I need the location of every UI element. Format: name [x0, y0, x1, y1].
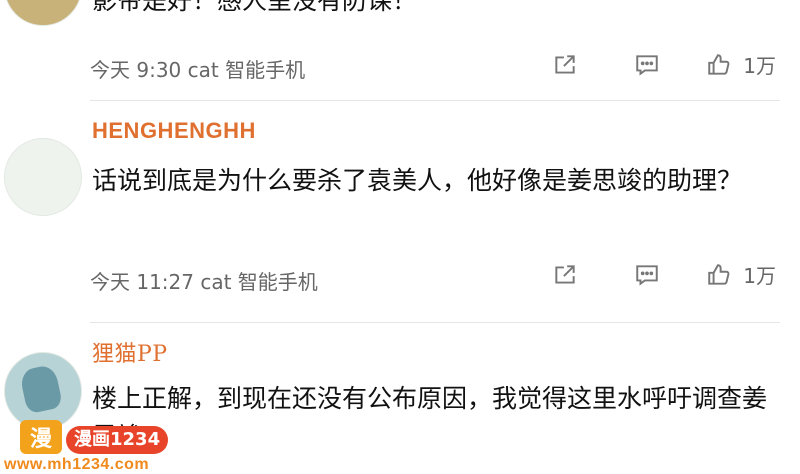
comment-time: 今天 9:30: [90, 58, 182, 82]
watermark-title: 漫画1234: [66, 426, 169, 454]
watermark-logo: 漫: [20, 420, 62, 454]
comment-time: 今天 11:27: [90, 270, 194, 294]
comment-icon[interactable]: [633, 261, 661, 289]
comment-device: cat 智能手机: [200, 270, 318, 294]
comment-actions: 1万: [551, 50, 776, 79]
comment-meta: 今天 11:27 cat 智能手机: [90, 266, 318, 295]
avatar[interactable]: [4, 138, 82, 216]
watermark-url: www.mh1234.com: [4, 456, 150, 473]
comment-icon[interactable]: [633, 51, 661, 79]
comment-text: 话说到底是为什么要杀了袁美人，他好像是姜思竣的助理？: [92, 166, 743, 195]
thumbs-up-icon[interactable]: [705, 261, 733, 289]
avatar[interactable]: [4, 0, 82, 26]
like-count: 1万: [743, 54, 776, 78]
thumbs-up-icon[interactable]: [705, 51, 733, 79]
share-icon[interactable]: [551, 261, 579, 289]
watermark: 漫 漫画1234 www.mh1234.com: [0, 416, 200, 474]
comment-actions: 1万: [551, 260, 776, 289]
share-icon[interactable]: [551, 51, 579, 79]
comment-username[interactable]: HENGHENGHH: [92, 118, 256, 144]
comment-meta: 今天 9:30 cat 智能手机: [90, 54, 305, 83]
comment-device: cat 智能手机: [187, 58, 306, 82]
comment-text: 影帝是好！感人呈没有防课！: [92, 0, 418, 15]
divider: [90, 100, 780, 101]
divider: [90, 322, 780, 323]
comment-item: 影帝是好！感人呈没有防课！ 今天 9:30 cat 智能手机 1万: [0, 0, 800, 100]
comment-username[interactable]: 狸猫PP: [92, 336, 168, 368]
like-count: 1万: [743, 264, 776, 288]
comment-item: HENGHENGHH 话说到底是为什么要杀了袁美人，他好像是姜思竣的助理？ 今天…: [0, 112, 800, 308]
